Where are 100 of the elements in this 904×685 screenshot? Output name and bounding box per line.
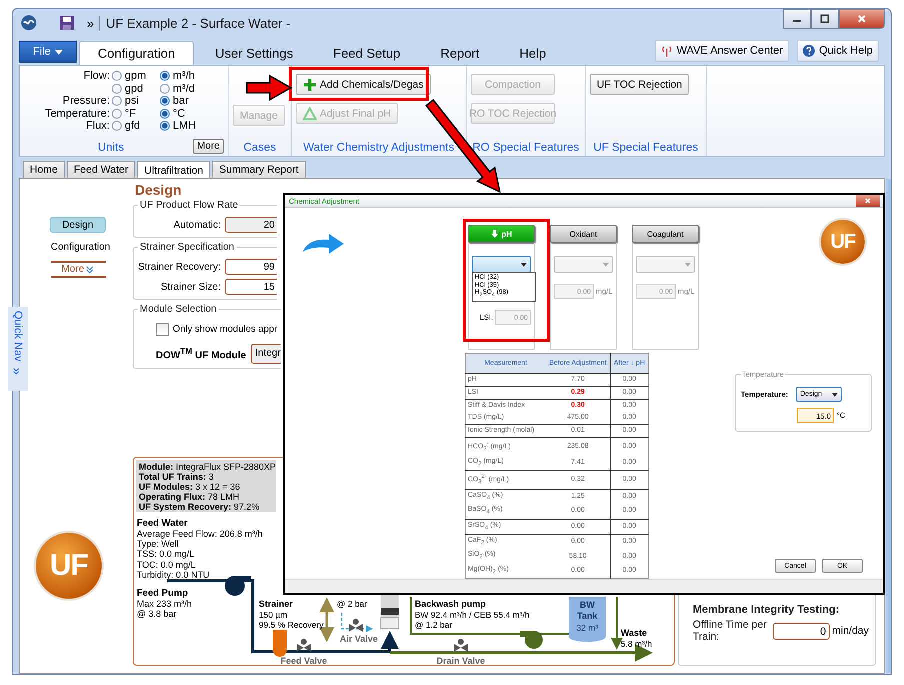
- app-icon[interactable]: [21, 15, 37, 31]
- group-title: Strainer Specification: [139, 242, 236, 253]
- quick-nav-tab[interactable]: Quick Nav »: [8, 307, 28, 391]
- plus-icon: [303, 78, 317, 92]
- unit-label: Temperature:: [44, 108, 111, 120]
- close-button[interactable]: [856, 195, 880, 207]
- unit-label: Flow:: [82, 70, 111, 82]
- label-title: Strainer: [259, 599, 294, 609]
- answer-center-button[interactable]: WAVE Answer Center: [654, 40, 790, 62]
- field-label: Strainer Recovery:: [138, 262, 221, 272]
- unit-radio[interactable]: m³/d: [160, 82, 210, 95]
- uf-logo: UF: [36, 533, 102, 599]
- ribbon-tab[interactable]: User Settings: [196, 41, 312, 65]
- info-line: Turbidity: 0.0 NTU: [137, 570, 210, 580]
- close-icon: [857, 14, 867, 24]
- waste-arrow: [611, 597, 623, 650]
- valve-label: Drain Valve: [436, 656, 486, 666]
- input-field[interactable]: 99: [225, 259, 277, 275]
- label-line: BW 92.4 m³/h / CEB 55.4 m³/h: [415, 610, 530, 620]
- close-icon: [863, 196, 873, 206]
- quick-help-button[interactable]: Quick Help: [797, 40, 879, 62]
- section-title: Membrane Integrity Testing:: [693, 604, 840, 616]
- nav-item[interactable]: Design: [50, 217, 106, 233]
- caret-icon: [54, 50, 63, 54]
- unit-label: Flux:: [85, 120, 111, 132]
- info-line: Average Feed Flow: 206.8 m³/h: [137, 529, 263, 540]
- ribbon-button[interactable]: Add Chemicals/Degas: [296, 74, 431, 95]
- chevron-icon: [86, 266, 94, 274]
- input-field[interactable]: 15: [225, 279, 277, 295]
- ribbon-tab[interactable]: Report: [422, 41, 499, 65]
- more-button[interactable]: More: [193, 139, 224, 154]
- ribbon-button[interactable]: UF TOC Rejection: [590, 74, 690, 95]
- tank-volume: 32 m³: [576, 623, 598, 633]
- file-menu-button[interactable]: File: [19, 41, 77, 63]
- input-field[interactable]: 0: [772, 622, 830, 640]
- caret-icon: [521, 262, 527, 266]
- ribbon-tab[interactable]: Configuration: [79, 41, 194, 65]
- document-tab[interactable]: Ultrafiltration: [137, 161, 210, 179]
- checkbox-label: Only show modules appr: [173, 324, 278, 335]
- caret-icon: [603, 262, 609, 266]
- label-line: 99.5 % Recovery: [259, 620, 324, 630]
- unit-radio[interactable]: m³/h: [160, 70, 210, 82]
- field-label: Automatic:: [174, 220, 221, 230]
- unit-label: min/day: [832, 625, 869, 637]
- info-line: TSS: 0.0 mg/L: [137, 549, 195, 560]
- label-line: 5.8 m³/h: [621, 639, 652, 649]
- unit-radio[interactable]: °F: [112, 108, 160, 120]
- summary-line: UF Modules: 3 x 12 = 36: [139, 482, 242, 492]
- arrow-down-icon: [490, 230, 499, 238]
- summary-line: Operating Flux: 78 LMH: [139, 492, 241, 502]
- info-line: @ 3.8 bar: [137, 609, 177, 620]
- unit-radio[interactable]: °C: [160, 108, 210, 120]
- group-caption: Units: [98, 142, 124, 154]
- air-line: [341, 613, 374, 633]
- document-tab[interactable]: Home: [23, 161, 66, 178]
- curved-arrow-icon: [301, 232, 345, 256]
- more-link[interactable]: More: [50, 261, 106, 278]
- group-caption: UF Special Features: [594, 142, 698, 154]
- group-caption: Water Chemistry Adjustments: [303, 142, 455, 154]
- unit-radio[interactable]: bar: [160, 95, 210, 108]
- minimize-button[interactable]: [783, 9, 811, 29]
- maximize-icon: [820, 14, 830, 24]
- group-caption: Cases: [244, 142, 276, 154]
- valve-icon: [349, 619, 363, 632]
- unit-radio[interactable]: LMH: [160, 120, 210, 132]
- block-title: Feed Water: [137, 518, 188, 529]
- save-icon[interactable]: [59, 15, 75, 31]
- label-title: Waste: [621, 628, 648, 638]
- chemical-tab[interactable]: Oxidant: [550, 225, 617, 243]
- unit-radio[interactable]: gpm: [112, 70, 160, 82]
- caret-icon: [832, 392, 838, 396]
- field-label: Strainer Size:: [160, 282, 221, 292]
- close-button[interactable]: [839, 9, 885, 29]
- chemical-tab[interactable]: Coagulant: [632, 225, 699, 243]
- document-tab[interactable]: Feed Water: [67, 161, 136, 178]
- ribbon-tab[interactable]: Feed Setup: [314, 41, 420, 65]
- pressure-label: @ 2 bar: [337, 599, 368, 609]
- module-dropdown[interactable]: Integr: [251, 344, 281, 364]
- label-line: @ 1.2 bar: [415, 620, 452, 630]
- strainer-icon: [273, 630, 287, 657]
- tank-drawing: [569, 597, 606, 642]
- flow-arrow: [381, 631, 399, 651]
- valve-label: Feed Valve: [280, 656, 328, 666]
- overflow-button[interactable]: »: [87, 16, 100, 30]
- document-tab[interactable]: Summary Report: [212, 161, 306, 178]
- caret-icon: [685, 262, 691, 266]
- group-title: Module Selection: [139, 304, 218, 315]
- valve-icon: [297, 639, 311, 652]
- ribbon-tab[interactable]: Help: [500, 41, 566, 65]
- unit-radio[interactable]: psi: [112, 95, 160, 108]
- maximize-button[interactable]: [811, 9, 839, 29]
- pump-icon: [225, 576, 251, 596]
- block-title: Feed Pump: [137, 588, 188, 600]
- unit-radio[interactable]: gfd: [112, 120, 160, 132]
- checkbox[interactable]: [156, 323, 169, 336]
- unit-radio[interactable]: gpd: [112, 82, 160, 95]
- group-caption: RO Special Features: [472, 142, 580, 154]
- info-line: TOC: 0.0 mg/L: [137, 560, 196, 570]
- info-line: Type: Well: [137, 539, 179, 550]
- tank-label: BW: [580, 600, 595, 610]
